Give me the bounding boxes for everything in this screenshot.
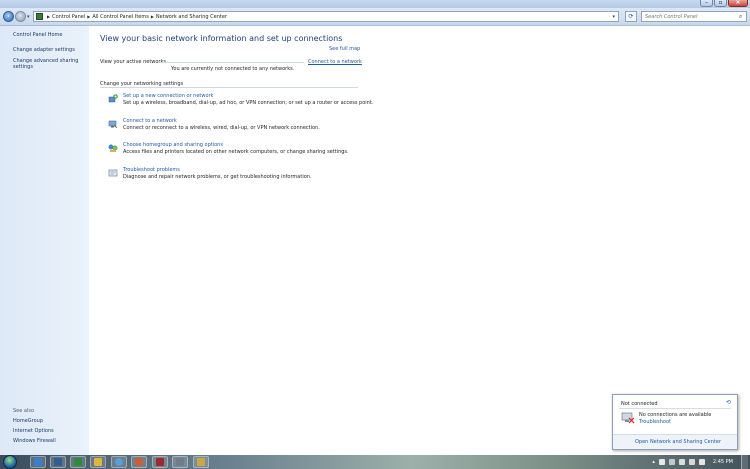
action-center-icon[interactable] <box>658 459 665 465</box>
notepad-icon <box>54 458 62 466</box>
page-title: View your basic network information and … <box>100 34 343 43</box>
chevron-right-icon[interactable]: ▶ <box>151 14 154 19</box>
tray-app-icon[interactable] <box>678 459 685 465</box>
connect-network-icon <box>108 120 118 129</box>
sidebar-item-homegroup[interactable]: HomeGroup <box>13 418 43 424</box>
breadcrumb-all-items[interactable]: All Control Panel Items <box>92 14 149 20</box>
breadcrumb-network-sharing[interactable]: Network and Sharing Center <box>156 14 227 20</box>
taskbar-item-ie[interactable] <box>30 456 46 468</box>
sidebar-item-internet-options[interactable]: Internet Options <box>13 428 54 434</box>
folder-icon <box>94 458 102 466</box>
active-networks-heading: View your active networks <box>100 59 166 65</box>
flyout-footer: Open Network and Sharing Center <box>613 434 737 449</box>
show-desktop-button[interactable] <box>741 455 748 469</box>
recent-pages-dropdown[interactable]: ▾ <box>27 14 30 20</box>
media-player-icon <box>115 458 123 466</box>
connect-to-network-link[interactable]: Connect to a network <box>308 59 362 65</box>
tray-app-icon[interactable] <box>668 459 675 465</box>
network-icon[interactable] <box>688 459 695 465</box>
close-icon: × <box>735 0 741 6</box>
taskbar-item-explorer[interactable] <box>90 456 106 468</box>
search-box[interactable]: ⌕ <box>641 11 747 22</box>
taskbar-item-app[interactable] <box>152 456 168 468</box>
forward-button[interactable]: › <box>15 11 26 22</box>
connect-network-link[interactable]: Connect to a network <box>123 118 177 124</box>
new-connection-icon <box>108 94 118 103</box>
maximize-button[interactable]: ▫ <box>714 0 727 7</box>
sidebar-item-advanced-sharing[interactable]: Change advanced sharing settings <box>13 58 83 70</box>
chevron-right-icon[interactable]: ▶ <box>87 14 90 19</box>
network-flyout: Not connected ⟲ No connections are avail… <box>612 394 738 450</box>
troubleshoot-problems-link[interactable]: Troubleshoot problems <box>123 167 180 173</box>
flyout-troubleshoot-link[interactable]: Troubleshoot <box>639 419 671 425</box>
back-arrow-icon: ‹ <box>7 12 10 20</box>
breadcrumb-control-panel[interactable]: Control Panel <box>52 14 85 20</box>
clock[interactable]: 2:45 PM <box>713 459 733 465</box>
close-button[interactable]: × <box>728 0 748 7</box>
system-tray: ▴ 2:45 PM <box>652 455 748 469</box>
app-icon <box>176 458 184 466</box>
task-description: Access files and printers located on oth… <box>123 149 349 155</box>
taskbar-item-app[interactable] <box>172 456 188 468</box>
see-also-heading: See also <box>13 408 35 414</box>
taskbar: ▴ 2:45 PM <box>0 455 750 469</box>
back-button[interactable]: ‹ <box>3 11 14 22</box>
refresh-button[interactable]: ⟳ <box>625 11 637 22</box>
minimize-icon: – <box>705 0 708 6</box>
window-controls: – ▫ × <box>699 0 748 7</box>
sidebar-item-adapter-settings[interactable]: Change adapter settings <box>13 47 75 53</box>
taskbar-item-media[interactable] <box>111 456 127 468</box>
address-bar[interactable]: ▶ Control Panel ▶ All Control Panel Item… <box>33 11 619 22</box>
tray-expand-icon[interactable]: ▴ <box>652 459 655 465</box>
open-network-center-link[interactable]: Open Network and Sharing Center <box>635 439 721 445</box>
control-panel-icon <box>197 458 205 466</box>
chevron-right-icon[interactable]: ▶ <box>47 14 50 19</box>
taskbar-item-app[interactable] <box>131 456 147 468</box>
new-connection-link[interactable]: Set up a new connection or network <box>123 93 213 99</box>
flyout-status-title: Not connected <box>621 401 658 407</box>
firefox-icon <box>135 458 143 466</box>
divider <box>619 408 731 409</box>
homegroup-sharing-link[interactable]: Choose homegroup and sharing options <box>123 142 223 148</box>
sidebar: Control Panel Home Change adapter settin… <box>0 26 89 455</box>
search-icon[interactable]: ⌕ <box>739 13 742 21</box>
minimize-button[interactable]: – <box>700 0 713 7</box>
volume-icon[interactable] <box>698 459 705 465</box>
navigation-bar: ‹ › ▾ ▶ Control Panel ▶ All Control Pane… <box>0 8 750 26</box>
start-button[interactable] <box>3 455 17 469</box>
no-networks-status: You are currently not connected to any n… <box>171 66 295 72</box>
sidebar-item-windows-firewall[interactable]: Windows Firewall <box>13 438 56 444</box>
task-description: Set up a wireless, broadband, dial-up, a… <box>123 100 374 106</box>
refresh-icon: ⟳ <box>628 13 634 20</box>
divider <box>160 62 304 63</box>
troubleshoot-icon <box>108 169 118 177</box>
main-content: View your basic network information and … <box>89 26 750 455</box>
taskbar-item-notepad[interactable] <box>50 456 66 468</box>
task-description: Connect or reconnect to a wireless, wire… <box>123 125 320 131</box>
refresh-icon[interactable]: ⟲ <box>726 399 731 406</box>
control-panel-icon <box>36 13 43 20</box>
window-title-bar: – ▫ × <box>0 0 750 8</box>
homegroup-icon <box>108 144 118 152</box>
divider <box>100 87 358 88</box>
task-description: Diagnose and repair network problems, or… <box>123 174 312 180</box>
sidebar-item-home[interactable]: Control Panel Home <box>13 32 63 38</box>
forward-arrow-icon: › <box>19 12 22 20</box>
maximize-icon: ▫ <box>718 0 723 6</box>
search-input[interactable] <box>642 12 739 21</box>
taskbar-item-control-panel[interactable] <box>193 456 209 468</box>
no-connections-message: No connections are available <box>639 412 712 418</box>
excel-icon <box>74 458 82 466</box>
chevron-down-icon[interactable]: ▾ <box>612 14 615 20</box>
taskbar-item-excel[interactable] <box>70 456 86 468</box>
no-connection-computer-icon <box>621 412 635 424</box>
see-full-map-link[interactable]: See full map <box>329 46 360 52</box>
app-icon <box>156 458 164 466</box>
internet-explorer-icon <box>34 458 42 466</box>
